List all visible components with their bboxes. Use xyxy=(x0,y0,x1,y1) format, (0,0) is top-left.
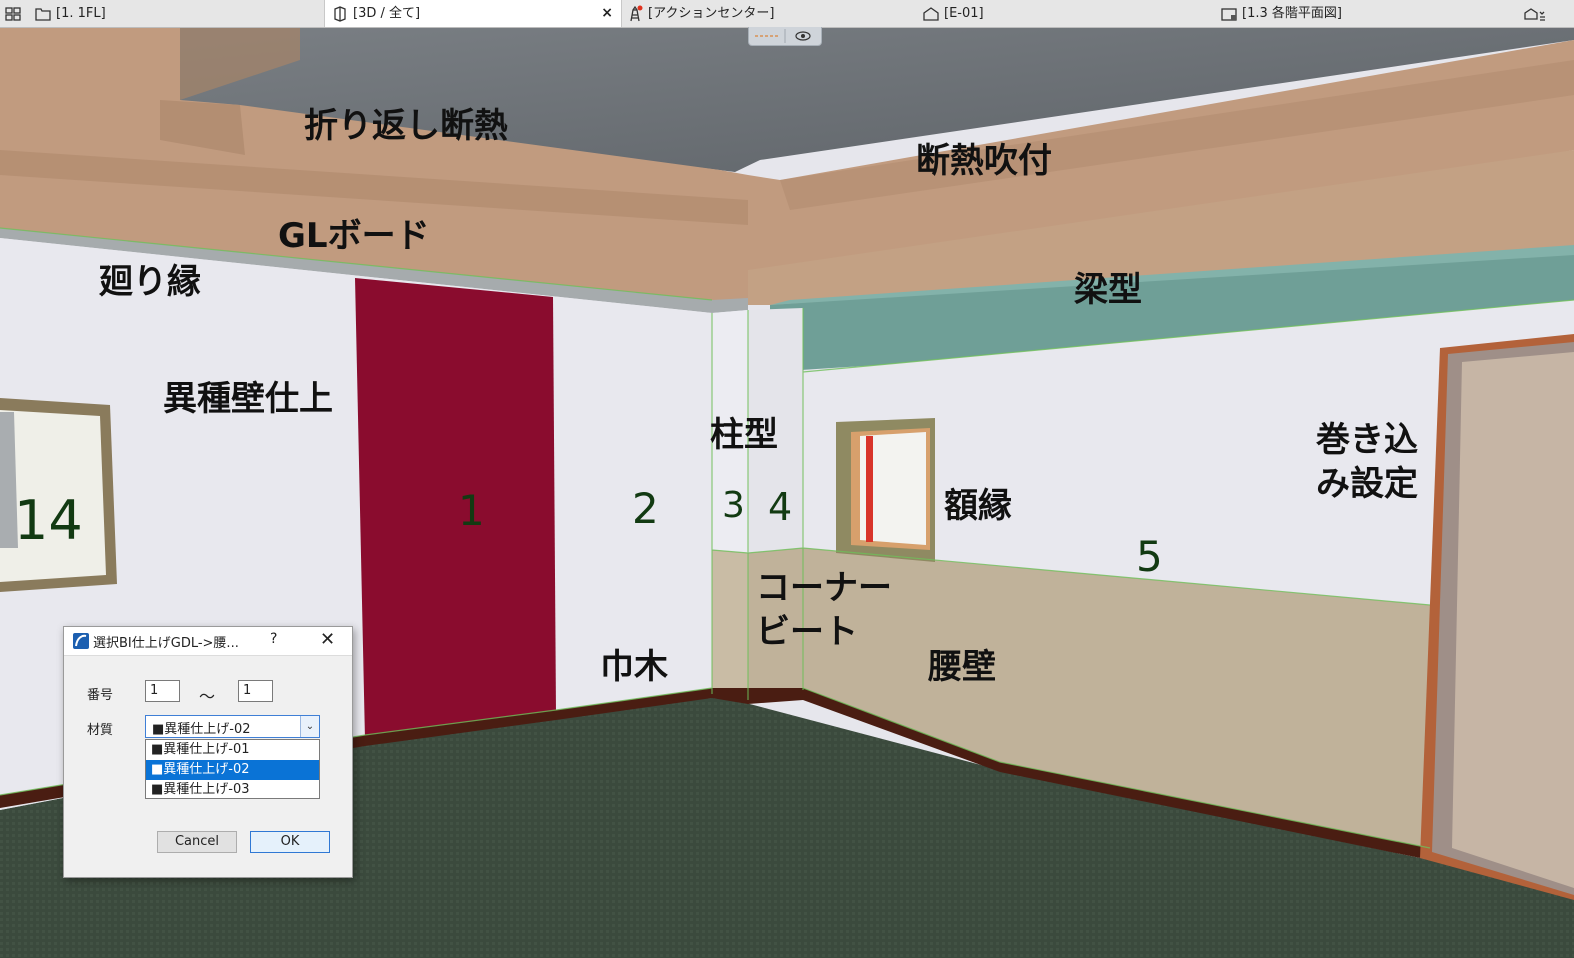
number-to-field[interactable]: 1 xyxy=(238,680,273,702)
grid-icon xyxy=(5,6,21,21)
tab-label: [アクションセンター] xyxy=(648,6,775,21)
wall-number-1: 1 xyxy=(458,486,485,535)
wall-number-2: 2 xyxy=(632,484,659,533)
archicad-logo-icon xyxy=(73,633,89,649)
close-tab-icon[interactable]: × xyxy=(601,0,613,27)
material-option-03[interactable]: ■異種仕上げ-03 xyxy=(146,780,319,800)
label-wainscot: 腰壁 xyxy=(928,647,996,687)
action-center-icon xyxy=(630,5,643,21)
tab-switcher-icon[interactable] xyxy=(4,0,22,27)
label-gl-board: GLボード xyxy=(278,216,430,256)
number-from-field[interactable]: 1 xyxy=(145,680,180,702)
material-option-02[interactable]: ■異種仕上げ-02 xyxy=(146,760,319,780)
material-option-01[interactable]: ■異種仕上げ-01 xyxy=(146,740,319,760)
tab-e01[interactable]: [E-01] xyxy=(922,0,984,27)
tab-menu-button[interactable] xyxy=(1522,0,1548,27)
finish-gdl-dialog: 選択BI仕上げGDL->腰... ? ✕ 番号 1 ～ 1 材質 ■異種仕上げ-… xyxy=(63,626,353,878)
tab-floor-plans[interactable]: [1.3 各階平面図] xyxy=(1220,0,1342,27)
label-corner-bead-2: ビート xyxy=(756,612,858,652)
label-wrap-setting-1: 巻き込 xyxy=(1316,420,1418,460)
material-dropdown-list: ■異種仕上げ-01 ■異種仕上げ-02 ■異種仕上げ-03 xyxy=(145,739,320,799)
3d-view-icon xyxy=(334,5,346,22)
tab-label: [E-01] xyxy=(944,6,984,21)
eye-icon xyxy=(755,29,811,43)
wall-number-4: 4 xyxy=(768,485,793,529)
floor-plan-icon xyxy=(35,7,51,21)
tab-label: [1.3 各階平面図] xyxy=(1242,6,1342,21)
label-mixed-wall-finish: 異種壁仕上 xyxy=(163,379,333,419)
tab-3d-all[interactable]: [3D / 全て] × xyxy=(324,0,622,27)
range-tilde: ～ xyxy=(199,687,216,706)
material-label: 材質 xyxy=(87,723,114,738)
wall-number-14: 14 xyxy=(14,489,83,552)
tab-action-center[interactable]: [アクションセンター] xyxy=(626,0,775,27)
ok-button[interactable]: OK xyxy=(250,831,330,853)
tab-label: [3D / 全て] xyxy=(353,6,421,21)
close-icon[interactable]: ✕ xyxy=(320,629,335,650)
tab-label: [1. 1FL] xyxy=(56,6,106,21)
tab-1fl[interactable]: [1. 1FL] xyxy=(34,0,106,27)
view-menu-icon xyxy=(1524,7,1545,21)
elevation-icon xyxy=(923,6,939,21)
label-column-form: 柱型 xyxy=(710,415,778,455)
label-cornice: 廻り縁 xyxy=(99,262,201,302)
material-select[interactable]: ■異種仕上げ-02 ⌄ xyxy=(145,715,320,738)
layout-icon xyxy=(1221,7,1237,21)
label-corner-bead-1: コーナー xyxy=(756,568,892,608)
wall-number-3: 3 xyxy=(722,485,745,526)
chevron-down-icon[interactable]: ⌄ xyxy=(300,716,319,737)
help-icon[interactable]: ? xyxy=(270,631,277,647)
label-beam-form: 梁型 xyxy=(1074,270,1142,310)
label-wrap-setting-2: み設定 xyxy=(1316,464,1418,504)
label-folded-insulation: 折り返し断熱 xyxy=(304,106,508,146)
view-control-widget[interactable] xyxy=(748,27,822,46)
dialog-title: 選択BI仕上げGDL->腰... xyxy=(93,636,239,651)
red-finish-panel xyxy=(355,278,556,740)
label-spray-insulation: 断熱吹付 xyxy=(916,141,1052,181)
wall-number-5: 5 xyxy=(1136,532,1163,581)
dialog-title-bar[interactable]: 選択BI仕上げGDL->腰... ? ✕ xyxy=(64,627,352,656)
label-baseboard: 巾木 xyxy=(600,647,668,687)
material-selected-value: ■異種仕上げ-02 xyxy=(152,722,251,737)
label-casing: 額縁 xyxy=(944,486,1012,526)
cancel-button[interactable]: Cancel xyxy=(157,831,237,853)
number-label: 番号 xyxy=(87,688,114,703)
view-tab-bar: [1. 1FL] [3D / 全て] × [アクションセンター] [E-01] … xyxy=(0,0,1574,28)
